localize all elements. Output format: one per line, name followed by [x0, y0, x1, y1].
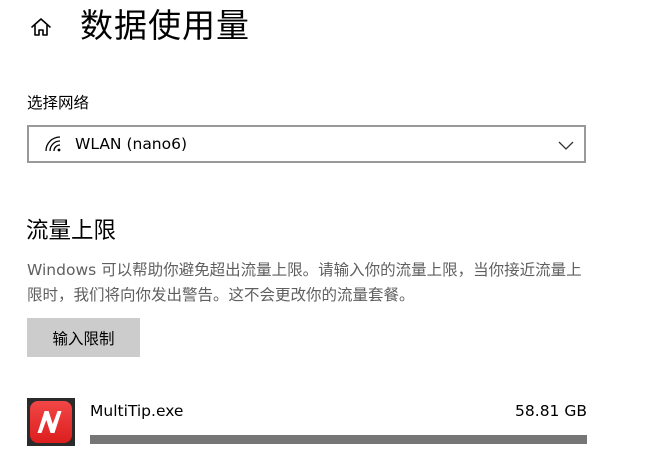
app-name: MultiTip.exe: [90, 402, 184, 420]
multitip-app-icon: [27, 398, 75, 446]
app-usage-amount: 58.81 GB: [515, 402, 587, 420]
home-icon: [31, 18, 51, 36]
select-network-label: 选择网络: [27, 94, 90, 112]
enter-limit-button[interactable]: 输入限制: [27, 318, 140, 357]
chevron-down-icon: [558, 141, 574, 150]
wifi-icon: [44, 135, 62, 153]
network-select-value: WLAN (nano6): [75, 135, 188, 153]
page-title: 数据使用量: [80, 6, 250, 45]
app-usage-row[interactable]: MultiTip.exe 58.81 GB: [27, 397, 587, 447]
data-limit-description: Windows 可以帮助你避免超出流量上限。请输入你的流量上限，当你接近流量上限…: [27, 261, 582, 304]
home-button[interactable]: [28, 14, 54, 40]
usage-progress-fill: [90, 435, 587, 444]
usage-progress-bar: [90, 435, 587, 444]
data-limit-heading: 流量上限: [26, 218, 117, 244]
network-select[interactable]: WLAN (nano6): [27, 125, 586, 163]
